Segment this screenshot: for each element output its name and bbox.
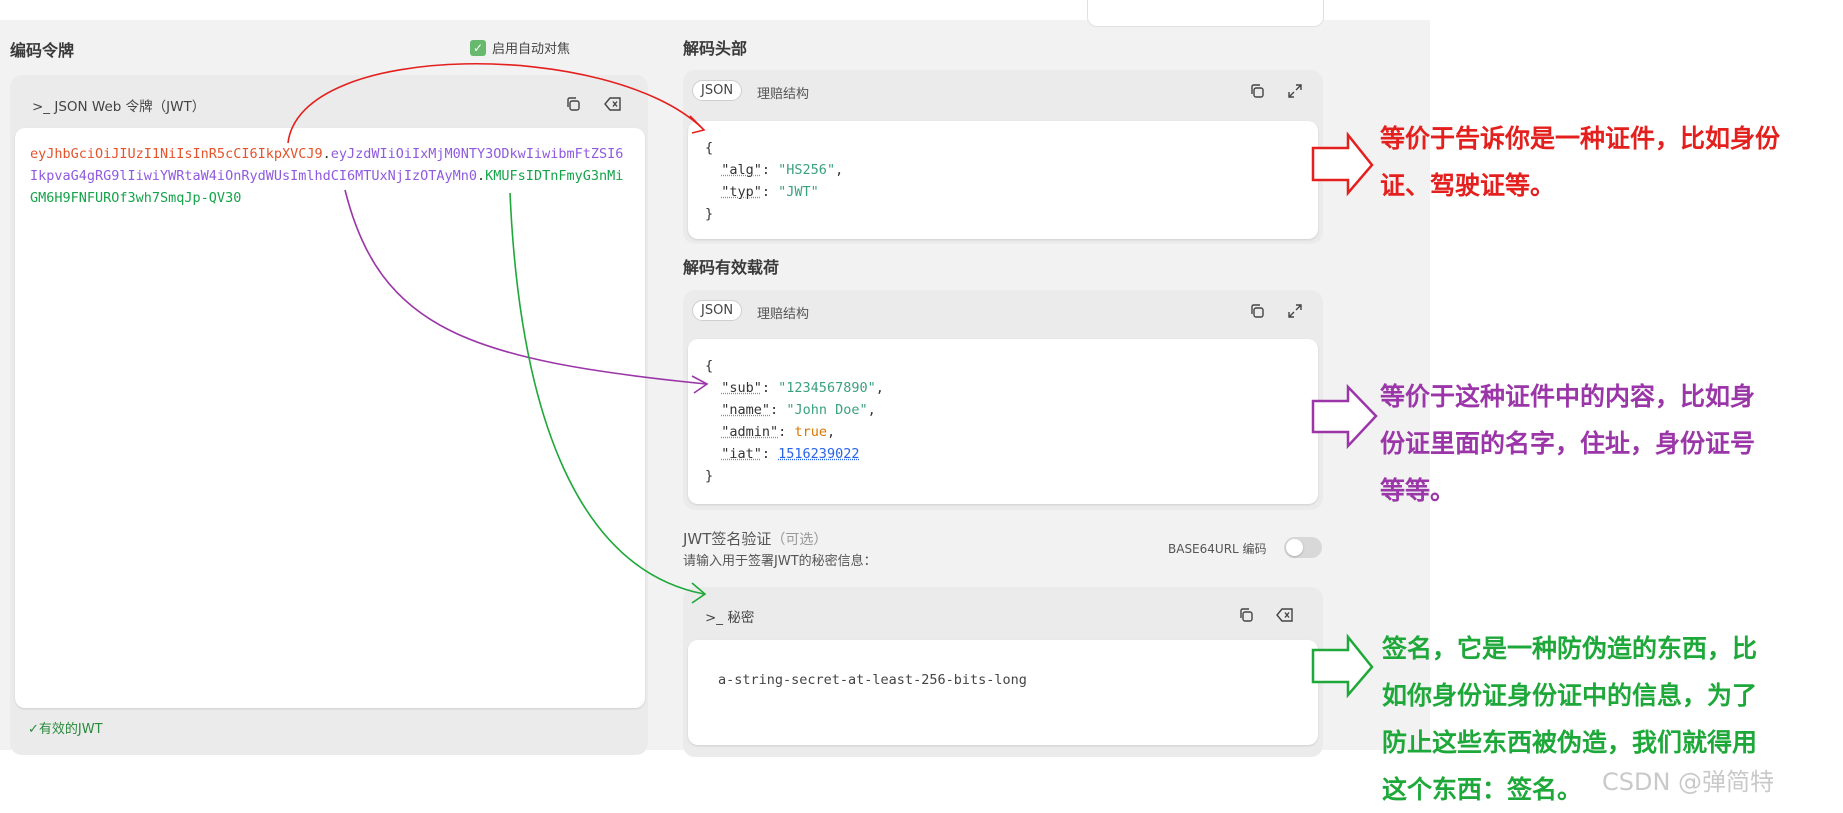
payload-block-arrow bbox=[1313, 387, 1376, 446]
annotation-line: 证、驾驶证等。 bbox=[1380, 162, 1780, 209]
watermark: CSDN @弹简特 bbox=[1602, 762, 1774, 797]
payload-link-curve bbox=[345, 190, 706, 384]
header-link-curve bbox=[288, 64, 702, 143]
payload-annotation: 等价于这种证件中的内容，比如身 份证里面的名字，住址，身份证号 等等。 bbox=[1380, 373, 1755, 514]
signature-block-arrow bbox=[1313, 637, 1372, 695]
annotation-line: 如你身份证身份证中的信息，为了 bbox=[1382, 672, 1757, 719]
annotation-line: 等价于告诉你是一种证件，比如身份 bbox=[1380, 115, 1780, 162]
annotation-line: 等价于这种证件中的内容，比如身 bbox=[1380, 373, 1755, 420]
header-block-arrow bbox=[1313, 135, 1372, 193]
annotation-line: 等等。 bbox=[1380, 467, 1755, 514]
annotation-line: 防止这些东西被伪造，我们就得用 bbox=[1382, 719, 1757, 766]
annotation-line: 签名，它是一种防伪造的东西，比 bbox=[1382, 625, 1757, 672]
annotation-line: 份证里面的名字，住址，身份证号 bbox=[1380, 420, 1755, 467]
signature-link-curve bbox=[510, 193, 704, 594]
header-annotation: 等价于告诉你是一种证件，比如身份 证、驾驶证等。 bbox=[1380, 115, 1780, 209]
